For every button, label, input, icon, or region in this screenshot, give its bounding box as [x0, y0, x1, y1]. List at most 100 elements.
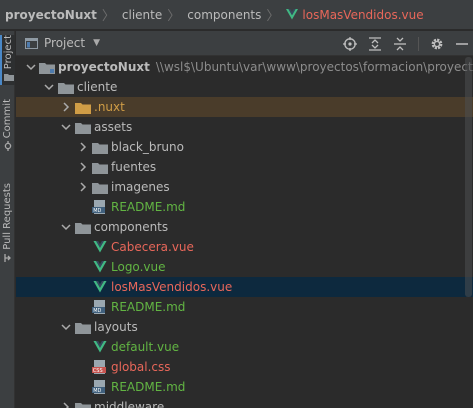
- tree-row-file[interactable]: default.vue: [16, 337, 473, 357]
- chevron-down-icon: ▼: [93, 38, 100, 48]
- tree-item-label: cliente: [77, 80, 118, 94]
- tree-row-folder[interactable]: fuentes: [16, 157, 473, 177]
- chevron-right-icon[interactable]: [60, 401, 72, 408]
- tool-tab-commit[interactable]: Commit: [0, 99, 15, 154]
- svg-text:MD: MD: [93, 208, 101, 214]
- gear-icon[interactable]: [430, 37, 444, 51]
- folder-icon: [75, 120, 91, 134]
- project-panel-toolbar: [343, 31, 473, 56]
- breadcrumb-separator-icon: 〉: [266, 9, 280, 24]
- markdown-file-icon: MD: [92, 380, 108, 394]
- folder-icon: [3, 74, 14, 82]
- root-project-label: proyectoNuxt: [58, 60, 150, 74]
- tree-row-root[interactable]: proyectoNuxt \\wsl$\Ubuntu\var\www\proye…: [16, 57, 473, 77]
- chevron-right-icon[interactable]: [60, 101, 72, 113]
- excluded-folder-icon: [75, 100, 91, 114]
- root-project-path: \\wsl$\Ubuntu\var\www\proyectos\formacio…: [155, 60, 473, 74]
- tree-row-folder[interactable]: layouts: [16, 317, 473, 337]
- tool-window-strip: Project Commit Pull Requests: [0, 31, 15, 408]
- tree-row-folder[interactable]: middleware: [16, 397, 473, 408]
- tree-item-label: black_bruno: [111, 140, 184, 154]
- tree-item-label: components: [94, 220, 169, 234]
- tree-item-label: default.vue: [111, 340, 180, 354]
- tree-row-folder[interactable]: cliente: [16, 77, 473, 97]
- locate-icon[interactable]: [343, 36, 357, 51]
- tree-row-folder[interactable]: imagenes: [16, 177, 473, 197]
- vue-file-icon: [92, 340, 108, 354]
- tree-item-label: fuentes: [111, 160, 157, 174]
- expand-all-icon[interactable]: [368, 36, 382, 51]
- folder-icon: [75, 400, 91, 408]
- svg-text:MD: MD: [93, 388, 101, 394]
- tree-row-file-selected[interactable]: losMasVendidos.vue: [16, 277, 473, 297]
- svg-text:MD: MD: [93, 308, 101, 314]
- tree-row-folder-excluded[interactable]: .nuxt: [16, 97, 473, 117]
- chevron-down-icon[interactable]: [43, 81, 55, 93]
- svg-text:CSS: CSS: [93, 368, 103, 374]
- breadcrumb-item-cliente[interactable]: cliente: [122, 8, 162, 22]
- chevron-right-icon[interactable]: [77, 161, 89, 173]
- project-window-icon: [25, 37, 38, 49]
- vue-file-icon: [286, 9, 299, 20]
- tree-row-folder[interactable]: components: [16, 217, 473, 237]
- breadcrumb-item-components[interactable]: components: [187, 8, 261, 22]
- tool-tab-pull-requests-label: Pull Requests: [2, 183, 13, 250]
- tool-tab-project-label: Project: [3, 35, 14, 70]
- tree-item-label: assets: [94, 120, 133, 134]
- tree-item-label: README.md: [111, 380, 186, 394]
- tree-item-label: README.md: [111, 200, 186, 214]
- collapse-all-icon[interactable]: [393, 37, 407, 51]
- markdown-file-icon: MD: [92, 300, 108, 314]
- breadcrumb-item-file[interactable]: losMasVendidos.vue: [286, 7, 424, 22]
- breadcrumb: proyectoNuxt 〉 cliente 〉 components 〉 lo…: [0, 0, 473, 30]
- chevron-right-icon[interactable]: [77, 181, 89, 193]
- css-file-icon: CSS: [92, 360, 108, 374]
- tree-item-label: README.md: [111, 300, 186, 314]
- markdown-file-icon: MD: [92, 200, 108, 214]
- vue-file-icon: [92, 240, 108, 254]
- breadcrumb-separator-icon: 〉: [167, 9, 181, 24]
- chevron-down-icon[interactable]: [60, 221, 72, 233]
- tool-tab-project[interactable]: Project: [0, 35, 15, 86]
- tree-row-file[interactable]: Logo.vue: [16, 257, 473, 277]
- tree-item-label: layouts: [94, 320, 138, 334]
- tree-row-file[interactable]: MD README.md: [16, 297, 473, 317]
- tool-tab-commit-label: Commit: [2, 99, 13, 139]
- tree-item-label: Logo.vue: [111, 260, 166, 274]
- tree-row-folder[interactable]: assets: [16, 117, 473, 137]
- pull-request-icon: [3, 253, 11, 262]
- folder-icon: [92, 140, 108, 154]
- vue-file-icon: [92, 260, 108, 274]
- chevron-right-icon[interactable]: [77, 141, 89, 153]
- tool-tab-pull-requests[interactable]: Pull Requests: [0, 183, 15, 266]
- folder-icon: [92, 160, 108, 174]
- tree-row-file[interactable]: CSS global.css: [16, 357, 473, 377]
- hide-icon[interactable]: [455, 37, 469, 51]
- folder-icon: [75, 220, 91, 234]
- chevron-down-icon[interactable]: [60, 121, 72, 133]
- tree-item-label: losMasVendidos.vue: [111, 280, 233, 294]
- project-view-selector[interactable]: Project ▼: [25, 36, 100, 50]
- vertical-scrollbar[interactable]: [465, 57, 472, 297]
- tree-row-file[interactable]: MD README.md: [16, 197, 473, 217]
- breadcrumb-separator-icon: 〉: [101, 9, 115, 24]
- tree-row-file[interactable]: Cabecera.vue: [16, 237, 473, 257]
- project-panel-title: Project: [44, 36, 86, 50]
- tree-item-label: .nuxt: [94, 100, 125, 114]
- tree-row-file[interactable]: MD README.md: [16, 377, 473, 397]
- toolbar-divider: [418, 36, 419, 51]
- folder-icon: [75, 320, 91, 334]
- tree-item-label: global.css: [111, 360, 171, 374]
- commit-icon: [4, 141, 11, 152]
- module-folder-icon: [39, 60, 55, 74]
- project-panel-header: Project ▼: [16, 31, 473, 56]
- tree-item-label: Cabecera.vue: [111, 240, 194, 254]
- tree-row-folder[interactable]: black_bruno: [16, 137, 473, 157]
- breadcrumb-item-project[interactable]: proyectoNuxt: [5, 8, 97, 22]
- folder-icon: [92, 180, 108, 194]
- breadcrumb-file-label: losMasVendidos.vue: [302, 7, 424, 22]
- tree-item-label: imagenes: [111, 180, 170, 194]
- vue-file-icon: [92, 280, 108, 294]
- chevron-down-icon[interactable]: [26, 61, 36, 73]
- chevron-down-icon[interactable]: [60, 321, 72, 333]
